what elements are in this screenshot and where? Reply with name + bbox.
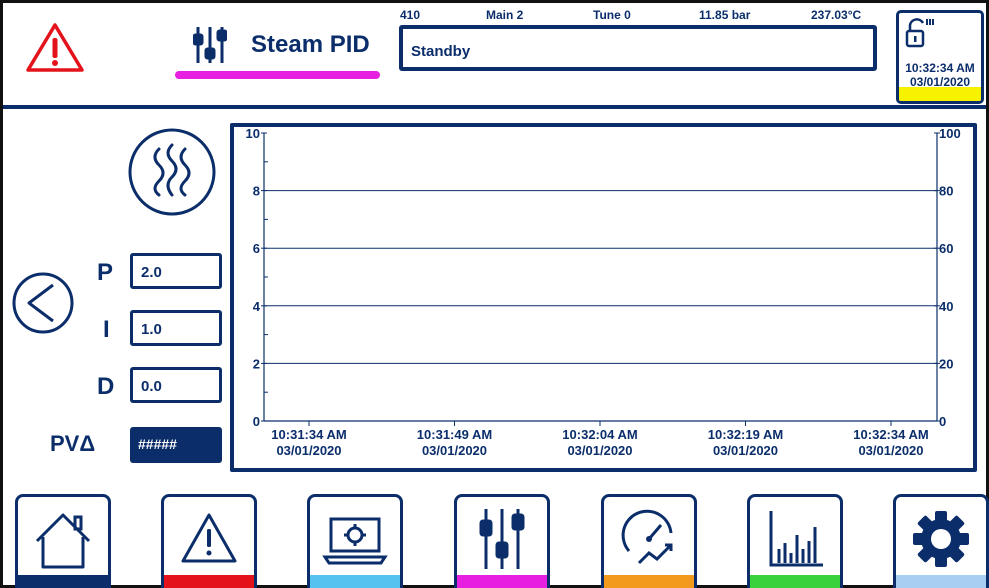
y-right-tick-label: 100 xyxy=(939,126,961,141)
x-tick-time: 10:32:19 AM xyxy=(708,427,783,442)
temperature-readout: 237.03°C xyxy=(811,8,862,22)
nav-button-alarm[interactable] xyxy=(161,494,257,588)
station-id: 410 xyxy=(400,8,421,22)
y-right-tick-label: 0 xyxy=(939,414,946,429)
alarm-warning-icon[interactable] xyxy=(25,21,85,73)
back-button[interactable] xyxy=(11,271,75,335)
pv-delta-value: ##### xyxy=(130,427,222,463)
p-gain-label: P xyxy=(97,259,114,286)
nav-button-indicator xyxy=(457,575,547,588)
y-left-tick-label: 8 xyxy=(253,184,260,199)
x-tick-date: 03/01/2020 xyxy=(422,443,487,458)
nav-button-monitor-settings[interactable] xyxy=(307,494,403,588)
y-left-tick-label: 10 xyxy=(246,126,260,141)
unlock-icon xyxy=(905,18,934,48)
nav-button-indicator xyxy=(18,575,108,588)
y-right-tick-label: 80 xyxy=(939,184,953,199)
x-tick-date: 03/01/2020 xyxy=(858,443,923,458)
i-gain-label: I xyxy=(103,316,110,343)
title-underline xyxy=(175,71,380,79)
header-divider xyxy=(3,105,986,109)
x-tick-time: 10:32:34 AM xyxy=(853,427,928,442)
page-title: Steam PID xyxy=(251,31,370,58)
y-left-tick-label: 6 xyxy=(253,241,260,256)
settings-gear-icon xyxy=(913,511,969,567)
pv-delta-label: PVΔ xyxy=(50,431,96,456)
clock-status-bar xyxy=(899,87,981,101)
i-gain-field[interactable]: 1.0 xyxy=(130,310,222,346)
tuning-icon xyxy=(479,509,525,569)
nav-button-indicator xyxy=(164,575,254,588)
tune-indicator: Tune 0 xyxy=(593,8,631,22)
status-display: Standby xyxy=(399,25,877,71)
x-tick-date: 03/01/2020 xyxy=(713,443,778,458)
home-icon xyxy=(35,513,91,569)
nav-button-indicator xyxy=(604,575,694,588)
nav-button-indicator xyxy=(750,575,840,588)
x-tick-time: 10:31:49 AM xyxy=(417,427,492,442)
login-clock-panel[interactable]: 10:32:34 AM 03/01/2020 xyxy=(896,10,984,104)
y-right-tick-label: 60 xyxy=(939,241,953,256)
y-right-tick-label: 40 xyxy=(939,299,953,314)
x-tick-time: 10:32:04 AM xyxy=(562,427,637,442)
nav-button-home[interactable] xyxy=(15,494,111,588)
nav-button-settings-gear[interactable] xyxy=(893,494,989,588)
y-left-tick-label: 4 xyxy=(253,299,261,314)
nav-button-indicator xyxy=(310,575,400,588)
hmi-screen: Steam PID 410 Main 2 Tune 0 11.85 bar 23… xyxy=(0,0,989,588)
gauge-trend-icon xyxy=(621,509,673,565)
alarm-icon xyxy=(181,513,237,563)
y-right-tick-label: 20 xyxy=(939,356,953,371)
d-gain-field[interactable]: 0.0 xyxy=(130,367,222,403)
trend-chart: 10 1008 806 604 402 200 010:31:34 AM03/01/2020… xyxy=(246,126,961,458)
clock-time: 10:32:34 AM xyxy=(905,61,975,75)
nav-button-indicator xyxy=(896,575,986,588)
monitor-settings-icon xyxy=(322,517,388,565)
p-gain-field[interactable]: 2.0 xyxy=(130,253,222,289)
y-left-tick-label: 0 xyxy=(253,414,260,429)
d-gain-label: D xyxy=(97,373,115,400)
nav-button-tuning[interactable] xyxy=(454,494,550,588)
nav-button-bar-chart[interactable] xyxy=(747,494,843,588)
y-left-tick-label: 2 xyxy=(253,356,260,371)
tuning-sliders-icon xyxy=(193,27,227,63)
x-tick-date: 03/01/2020 xyxy=(276,443,341,458)
pressure-readout: 11.85 bar xyxy=(699,8,751,22)
status-text: Standby xyxy=(411,43,471,60)
main-indicator: Main 2 xyxy=(486,8,524,22)
nav-button-gauge-trend[interactable] xyxy=(601,494,697,588)
steam-icon xyxy=(128,128,216,216)
x-tick-date: 03/01/2020 xyxy=(567,443,632,458)
bar-chart-icon xyxy=(769,511,823,567)
x-tick-time: 10:31:34 AM xyxy=(271,427,346,442)
